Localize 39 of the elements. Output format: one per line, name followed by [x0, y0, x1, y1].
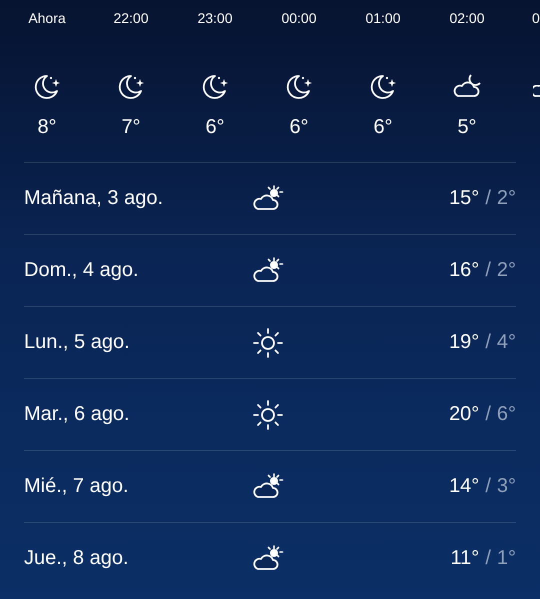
sun-icon [252, 398, 284, 430]
day-label: Lun., 5 ago. [24, 331, 131, 354]
low-temperature: 4° [496, 331, 516, 354]
temperature-separator: / [485, 259, 491, 282]
hour-temperature: 8° [37, 116, 57, 139]
high-temperature: 15° [449, 187, 480, 210]
hour-label: Ahora [28, 10, 66, 27]
high-temperature: 14° [449, 475, 480, 498]
low-temperature: 2° [496, 259, 516, 282]
high-temperature: 20° [449, 403, 480, 426]
hour-label: 0 [532, 10, 540, 27]
hour-temperature: 6° [289, 116, 309, 139]
day-label: Jue., 8 ago. [24, 547, 130, 570]
high-temperature: 11° [450, 547, 480, 570]
day-label: Mar., 6 ago. [24, 403, 131, 426]
low-temperature: 6° [496, 403, 516, 426]
hour-temperature: 7° [121, 116, 141, 139]
high-temperature: 16° [449, 259, 480, 282]
temperature-separator: / [485, 331, 491, 354]
hour-temperature: 5° [457, 116, 477, 139]
day-label: Mañana, 3 ago. [24, 187, 164, 210]
temperature-separator: / [485, 187, 491, 210]
temperature-separator: / [485, 403, 491, 426]
hour-label: 02:00 [449, 10, 485, 27]
hour-label: 00:00 [281, 10, 317, 27]
hour-label: 22:00 [113, 10, 149, 27]
hour-temperature: 6° [205, 116, 225, 139]
hour-temperature: 6° [373, 116, 393, 139]
low-temperature: 2° [496, 187, 516, 210]
temperature-separator: / [485, 475, 491, 498]
hour-label: 01:00 [365, 10, 401, 27]
temperature-separator: / [485, 547, 491, 570]
sun-icon [252, 326, 284, 358]
hour-label: 23:00 [197, 10, 233, 27]
day-label: Dom., 4 ago. [24, 259, 140, 282]
high-temperature: 19° [449, 331, 480, 354]
day-label: Mié., 7 ago. [24, 475, 130, 498]
low-temperature: 1° [496, 547, 516, 570]
low-temperature: 3° [496, 475, 516, 498]
